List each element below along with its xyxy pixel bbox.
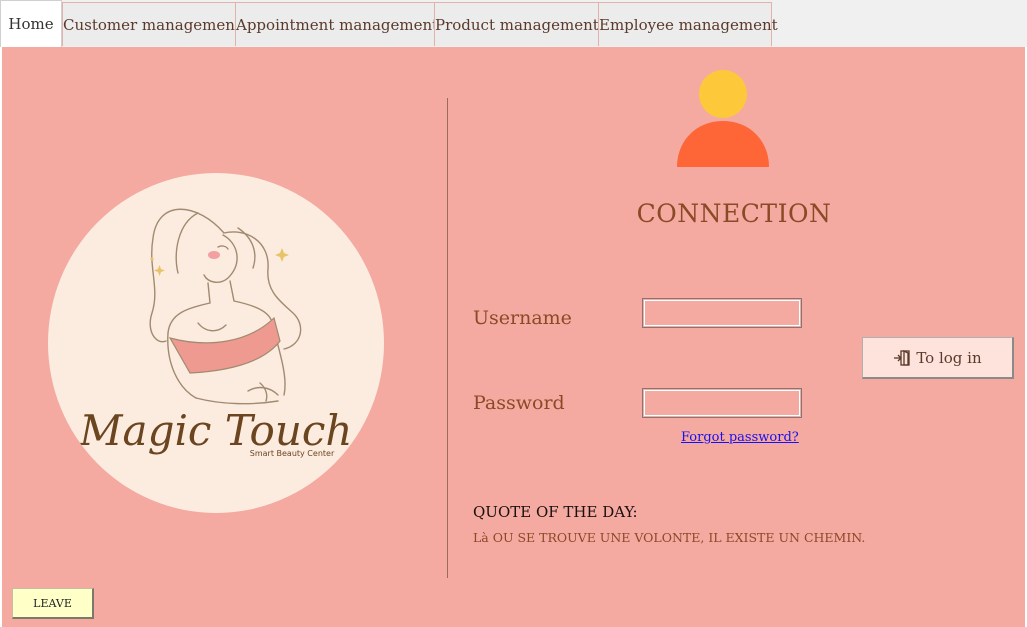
door-enter-icon — [894, 349, 910, 366]
tab-appointment-management[interactable]: Appointment management — [235, 2, 438, 46]
login-button-label: To log in — [916, 348, 982, 367]
leave-button[interactable]: LEAVE — [12, 588, 94, 619]
login-button[interactable]: To log in — [862, 337, 1014, 379]
home-panel: Magic Touch Smart Beauty Center CONNECTI… — [0, 47, 1027, 627]
password-input[interactable] — [642, 388, 802, 418]
user-avatar-icon — [677, 70, 769, 167]
tab-home[interactable]: Home — [0, 0, 62, 47]
quote-text: Là OU SE TROUVE UNE VOLONTE, IL EXISTE U… — [473, 530, 866, 545]
vertical-divider — [447, 98, 448, 578]
tab-product-management[interactable]: Product management — [434, 2, 599, 46]
forgot-password-link[interactable]: Forgot password? — [681, 430, 799, 445]
tab-bar: Home Customer management Appointment man… — [0, 0, 1027, 48]
woman-illustration: Magic Touch Smart Beauty Center — [79, 208, 353, 458]
brand-name: Magic Touch — [79, 406, 353, 455]
tab-employee-management[interactable]: Employee management — [598, 2, 778, 46]
connection-title: CONNECTION — [636, 199, 832, 228]
brand-tagline: Smart Beauty Center — [250, 449, 335, 458]
username-label: Username — [473, 307, 572, 329]
password-label: Password — [473, 392, 565, 414]
brand-logo: Magic Touch Smart Beauty Center — [48, 173, 384, 513]
username-input[interactable] — [642, 298, 802, 328]
tab-customer-management[interactable]: Customer management — [62, 2, 241, 46]
quote-heading: QUOTE OF THE DAY: — [473, 503, 638, 521]
